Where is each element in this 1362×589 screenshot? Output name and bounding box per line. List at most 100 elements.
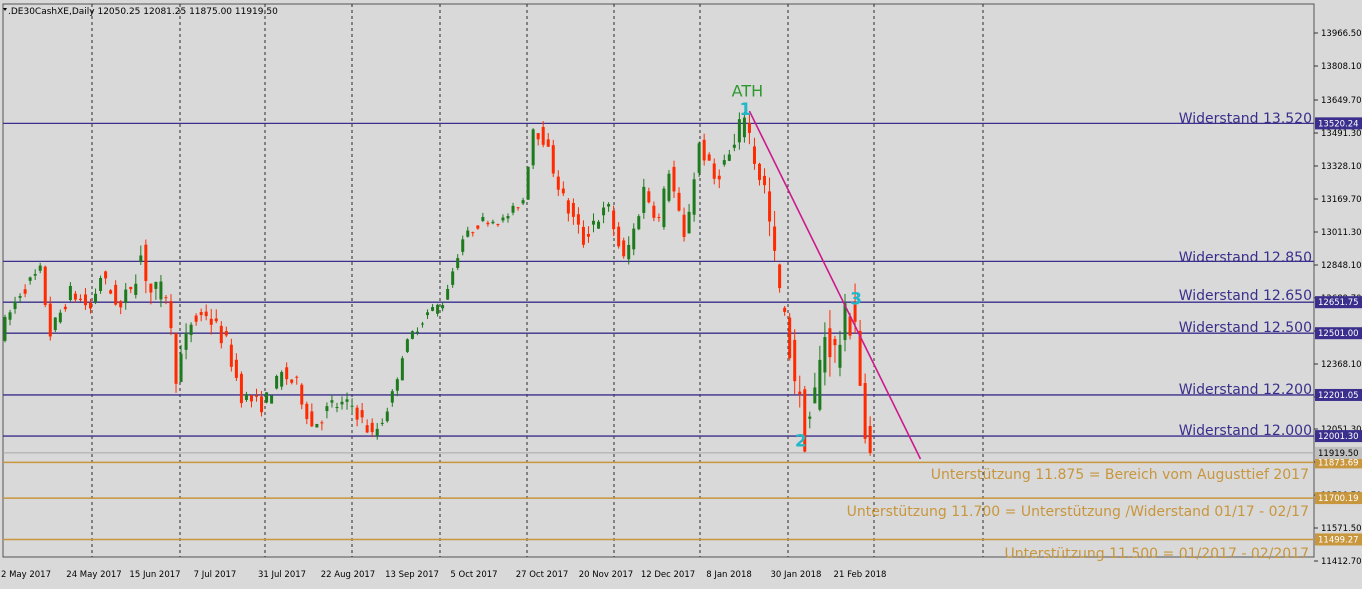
time-tick-label-10: 12 Dec 2017: [641, 570, 695, 580]
candle-body: [667, 173, 671, 201]
candle-body: [768, 191, 772, 222]
candle-body: [617, 226, 621, 247]
candle-body: [260, 396, 264, 413]
candle-body: [43, 266, 47, 306]
candle-body: [486, 222, 490, 225]
candle-body: [526, 166, 530, 200]
candle-body: [83, 294, 87, 306]
candle-body: [3, 316, 7, 341]
support-label-1: Unterstützung 11.700 = Unterstützung /Wi…: [847, 504, 1309, 520]
candle-body: [597, 221, 601, 229]
wave-label-1: 1: [740, 100, 752, 120]
candle-body: [612, 210, 616, 230]
candle: [400, 355, 404, 381]
time-tick-label-8: 27 Oct 2017: [516, 570, 569, 580]
candle-body: [174, 333, 178, 384]
resistance-label-2: Widerstand 12.650: [1179, 288, 1312, 304]
candle: [692, 172, 696, 222]
candle: [551, 139, 555, 178]
candle-body: [622, 240, 626, 257]
chart-svg: Widerstand 13.520 Widerstand 12.850 Widers…: [0, 0, 1362, 585]
resistance-price-label-2: 12651.75: [1318, 298, 1359, 308]
candle-body: [28, 277, 32, 281]
candle-body: [255, 395, 258, 397]
candle-body: [295, 376, 299, 378]
candle-body: [451, 271, 455, 285]
candle-body: [662, 188, 666, 228]
candle-body: [184, 333, 188, 350]
price-tick-label-3: 13491.30: [1321, 129, 1362, 139]
candle-body: [385, 411, 389, 422]
candle-body: [38, 265, 42, 271]
candle-body: [400, 358, 404, 381]
candle-body: [868, 426, 872, 453]
candle-body: [742, 117, 746, 138]
wave-label-3: 3: [850, 290, 862, 310]
time-tick-label-9: 20 Nov 2017: [579, 570, 633, 580]
chart-background: [0, 0, 1362, 585]
candle-body: [566, 200, 570, 214]
candle-body: [249, 395, 253, 402]
candle-body: [204, 311, 208, 317]
candle-body: [521, 200, 525, 204]
price-tick-label-16: 11412.70: [1321, 557, 1362, 567]
candle: [788, 312, 792, 361]
candle-body: [18, 296, 22, 298]
candle-body: [672, 166, 676, 192]
price-tick-label-5: 13169.70: [1321, 195, 1362, 205]
candle-body: [541, 127, 545, 145]
candle-body: [586, 234, 590, 237]
candle-body: [63, 306, 67, 310]
candle-body: [466, 230, 470, 237]
candle-body: [446, 288, 450, 300]
candle-body: [632, 228, 636, 250]
candle-body: [551, 145, 555, 174]
resistance-price-label-0: 13520.24: [1318, 119, 1359, 129]
candle-body: [124, 289, 128, 304]
candle-body: [727, 154, 731, 161]
candle-body: [99, 277, 103, 291]
candle-body: [431, 307, 435, 311]
candle-body: [58, 312, 62, 323]
candle-body: [783, 307, 787, 312]
candle-body: [164, 297, 168, 299]
price-tick-label-1: 13808.10: [1321, 62, 1362, 72]
candle-body: [481, 216, 485, 221]
candle-body: [687, 211, 691, 234]
candle-body: [305, 403, 309, 420]
symbol-header: .DE30CashXE,Daily 12050.25 12081.25 1187…: [8, 7, 278, 17]
candle-body: [511, 205, 515, 213]
candle-body: [581, 226, 585, 245]
chart: Widerstand 13.520 Widerstand 12.850 Widers…: [0, 0, 1362, 585]
candle: [410, 330, 414, 340]
candle-body: [229, 344, 233, 367]
candle-body: [119, 301, 123, 308]
candle-body: [73, 293, 77, 300]
candle-body: [290, 379, 294, 383]
candle-body: [692, 179, 696, 215]
candle: [239, 371, 243, 408]
candle-body: [707, 154, 711, 161]
candle-body: [456, 258, 460, 268]
candle-body: [592, 220, 596, 225]
candle-body: [788, 317, 792, 359]
time-tick-label-3: 7 Jul 2017: [194, 570, 237, 580]
support-label-2: Unterstützung 11.500 = 01/2017 - 02/2017: [1005, 546, 1309, 562]
time-tick-label-12: 30 Jan 2018: [771, 570, 822, 580]
candle: [174, 332, 178, 393]
time-tick-label-1: 24 May 2017: [66, 570, 121, 580]
candle-body: [773, 226, 777, 251]
candle-body: [420, 323, 424, 325]
candle-body: [410, 331, 414, 339]
candle: [43, 265, 47, 308]
price-tick-label-2: 13649.70: [1321, 96, 1362, 106]
candle-body: [53, 317, 57, 331]
candle-body: [270, 395, 274, 404]
candle-body: [114, 284, 118, 305]
candle-body: [154, 281, 158, 289]
candle-body: [828, 328, 832, 358]
candle-body: [758, 163, 761, 181]
candle-body: [134, 283, 138, 295]
candle-body: [370, 422, 374, 433]
candle-body: [360, 410, 364, 418]
